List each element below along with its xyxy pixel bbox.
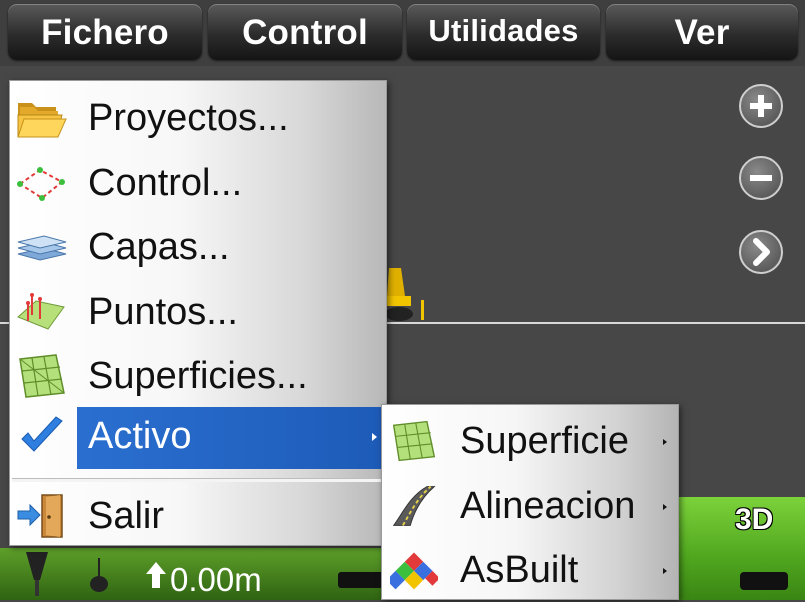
folder-icon [17,103,67,138]
submenu-arrow-icon [663,568,667,574]
menu-item-label: Proyectos... [88,97,289,139]
checkmark-icon [21,416,63,452]
zoom-out-button[interactable] [739,156,783,200]
zoom-in-button[interactable] [739,84,783,128]
machine-icon [385,268,424,321]
submenu-arrow-icon [663,504,667,510]
menu-item-activo[interactable]: Activo [10,405,386,469]
survey-pole-icon [26,552,48,596]
minus-icon [750,175,772,181]
menu-item-superficies[interactable]: Superficies... [10,345,386,407]
menu-item-control[interactable]: Control... [10,152,386,214]
menu-item-label: Salir [88,495,165,537]
surface-mesh-icon [392,420,436,462]
menu-separator [12,478,384,482]
antenna-icon [90,558,108,592]
submenu-item-label: Alineacion [460,485,636,527]
view-3d-button[interactable]: 3D [735,503,773,537]
activo-submenu: Superficie Alineacion AsBuilt [381,404,679,600]
menu-ver-button[interactable]: Ver [606,4,798,60]
menu-item-salir[interactable]: Salir [10,485,386,547]
menu-item-label: Control... [88,162,243,204]
asbuilt-grid-icon [390,552,438,590]
fichero-dropdown-menu: Proyectos... Control... Capas... Puntos.… [9,80,387,546]
layers-icon [17,235,67,261]
submenu-item-label: AsBuilt [460,549,579,591]
status-indicator-right [740,572,788,590]
next-view-button[interactable] [739,230,783,274]
menu-item-capas[interactable]: Capas... [10,216,386,278]
plus-icon [750,95,772,117]
points-surface-icon [17,293,65,330]
surface-mesh-icon [19,354,65,398]
menu-utilidades-button[interactable]: Utilidades [407,4,600,60]
menu-item-proyectos[interactable]: Proyectos... [10,87,386,149]
menu-item-label: Activo [88,415,192,457]
submenu-arrow-icon [372,433,377,441]
menu-item-label: Superficies... [88,355,308,397]
menu-item-puntos[interactable]: Puntos... [10,281,386,343]
up-arrow-icon [146,562,166,588]
road-alignment-icon [392,485,436,526]
height-readout: 0.00m [170,561,262,598]
menu-bar: Fichero Control Utilidades Ver [0,0,805,66]
submenu-item-label: Superficie [460,420,629,462]
menu-control-button[interactable]: Control [208,4,402,60]
chevron-right-icon [753,238,770,266]
exit-door-icon [17,494,63,538]
menu-item-label: Capas... [88,226,230,268]
submenu-arrow-icon [663,439,667,445]
menu-fichero-button[interactable]: Fichero [8,4,202,60]
submenu-item-asbuilt[interactable]: AsBuilt [382,538,678,602]
control-points-icon [17,167,65,201]
submenu-item-superficie[interactable]: Superficie [382,409,678,473]
menu-item-label: Puntos... [88,291,238,333]
submenu-item-alineacion[interactable]: Alineacion [382,474,678,538]
